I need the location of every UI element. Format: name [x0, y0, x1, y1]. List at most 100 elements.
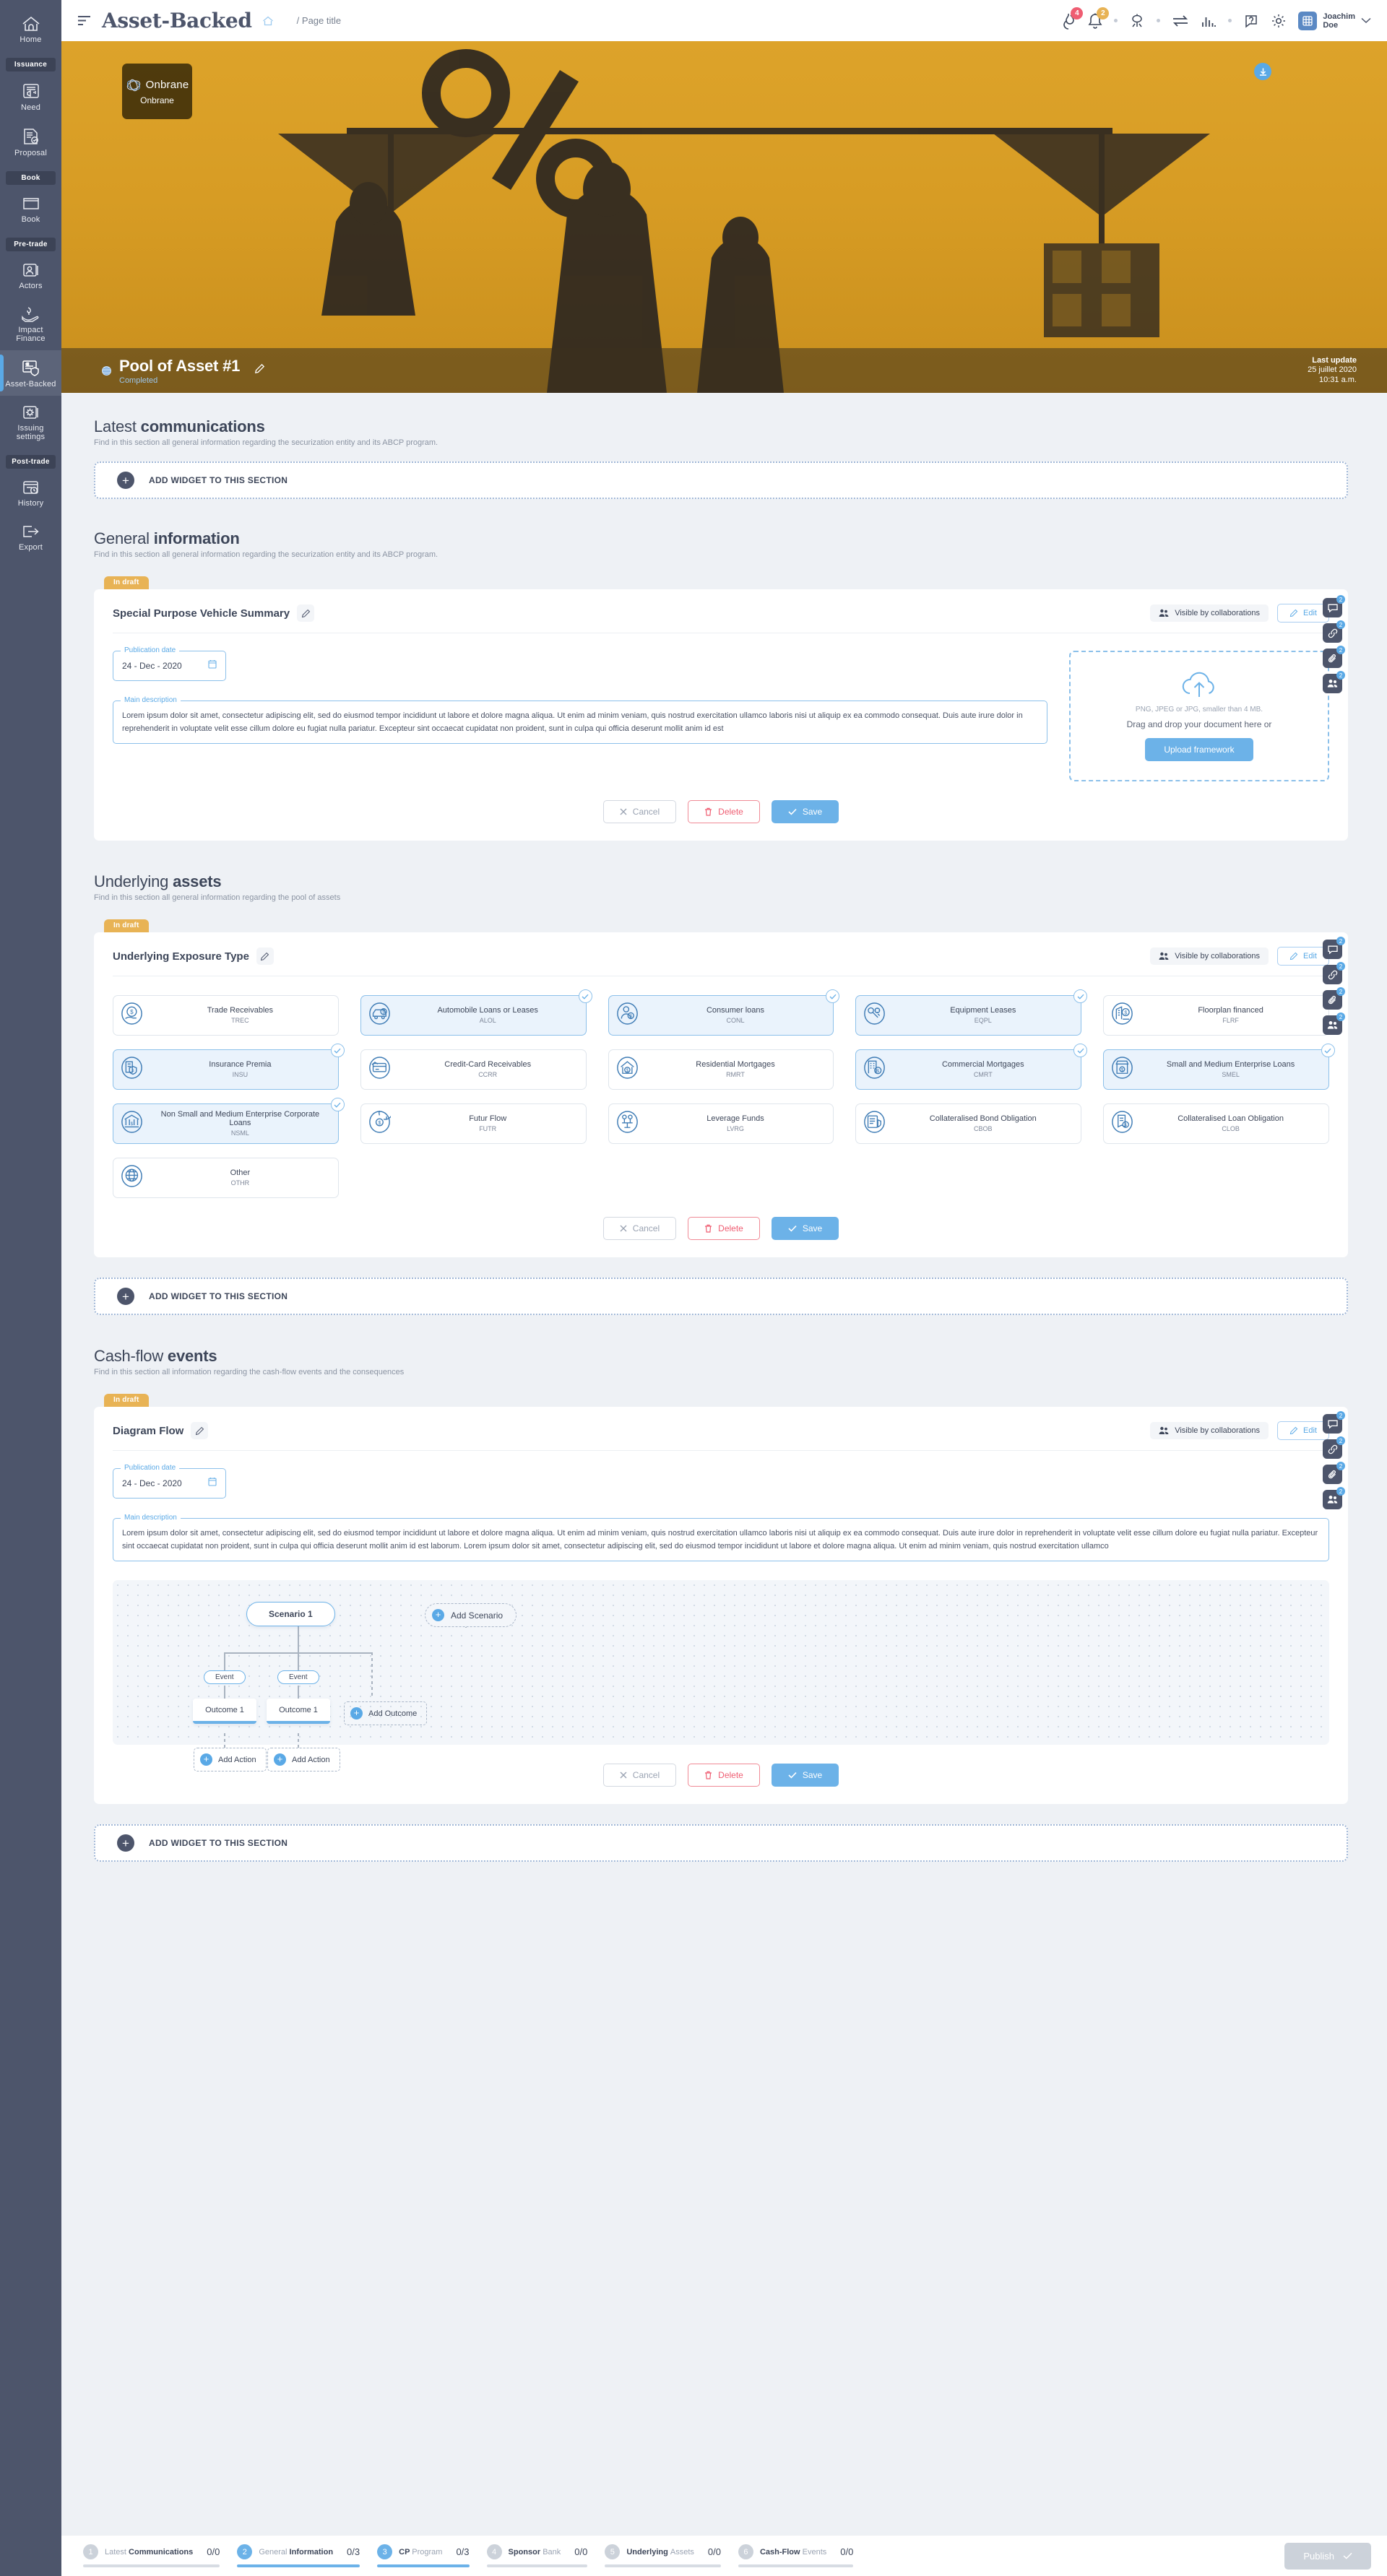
exposure-chip-clob[interactable]: $ Collateralised Loan Obligation CLOB [1103, 1103, 1329, 1144]
exposure-chip-text: Credit-Card Receivables CCRR [397, 1060, 579, 1079]
delete-button[interactable]: Delete [688, 800, 760, 823]
exposure-chip-name: Futur Flow [469, 1114, 507, 1123]
users-fab[interactable]: 2 [1323, 1487, 1345, 1509]
outcome-node-1[interactable]: Outcome 1 [193, 1699, 256, 1724]
progress-step-3[interactable]: 3 CP Program 0/3 [377, 2544, 470, 2567]
exposure-chip-flrf[interactable]: $ Floorplan financed FLRF [1103, 995, 1329, 1036]
link-fab[interactable]: 2 [1323, 1436, 1345, 1459]
comment-fab[interactable]: 2 [1323, 1411, 1345, 1434]
calendar-icon[interactable] [208, 659, 217, 672]
home-small-icon[interactable] [262, 16, 274, 26]
exposure-chip-lvrg[interactable]: Leverage Funds LVRG [608, 1103, 834, 1144]
flow-diagram-canvas[interactable]: Scenario 1 + Add Scenario Event Event Ou… [113, 1580, 1329, 1771]
add-outcome-button[interactable]: + Add Outcome [344, 1701, 428, 1725]
exposure-chip-futr[interactable]: $ Futur Flow FUTR [360, 1103, 587, 1144]
publish-button[interactable]: Publish [1284, 2542, 1371, 2570]
hamburger-icon[interactable] [77, 15, 92, 26]
bell-icon[interactable]: 2 [1088, 6, 1110, 30]
sidebar-item-actors[interactable]: Actors [0, 253, 61, 298]
save-button[interactable]: Save [771, 800, 839, 823]
exposure-chip-text: Commercial Mortgages CMRT [892, 1060, 1073, 1079]
cancel-button[interactable]: Cancel [602, 1217, 677, 1240]
network-icon[interactable] [1129, 13, 1145, 29]
edit-title-button[interactable] [191, 1422, 209, 1439]
sidebar-item-need[interactable]: Need [0, 74, 61, 119]
exposure-chip-cbob[interactable]: Collateralised Bond Obligation CBOB [855, 1103, 1082, 1144]
sidebar-item-book[interactable]: Book [0, 187, 61, 231]
sidebar-item-export[interactable]: Export [0, 515, 61, 559]
event-node-2[interactable]: Event [277, 1670, 319, 1684]
attach-fab[interactable]: 2 [1323, 987, 1345, 1010]
attach-fab[interactable]: 2 [1323, 646, 1345, 668]
sidebar-item-impact-finance[interactable]: Impact Finance [0, 298, 61, 350]
fire-icon[interactable]: 4 [1060, 6, 1084, 30]
exposure-chip-rmrt[interactable]: $ Residential Mortgages RMRT [608, 1049, 834, 1090]
edit-pool-title-button[interactable] [254, 363, 265, 378]
edit-button[interactable]: Edit [1277, 1421, 1329, 1440]
upload-framework-button[interactable]: Upload framework [1145, 738, 1253, 761]
add-widget-cashflow-events[interactable]: + ADD WIDGET TO THIS SECTION [94, 1824, 1348, 1862]
chart-bars-icon[interactable] [1201, 14, 1217, 28]
gear-icon[interactable] [1271, 13, 1287, 29]
scenario-node[interactable]: Scenario 1 [246, 1602, 335, 1626]
upload-dropzone[interactable]: PNG, JPEG or JPG, smaller than 4 MB. Dra… [1069, 651, 1329, 781]
attach-fab[interactable]: 2 [1323, 1462, 1345, 1484]
cancel-button[interactable]: Cancel [602, 800, 677, 823]
exposure-chip-eqpl[interactable]: Equipment Leases EQPL [855, 989, 1088, 1036]
sidebar-item-asset-backed[interactable]: Asset-Backed [0, 350, 61, 396]
link-fab[interactable]: 2 [1323, 620, 1345, 643]
calendar-icon[interactable] [208, 1477, 217, 1490]
main-description-field[interactable]: Main description Lorem ipsum dolor sit a… [113, 1514, 1329, 1561]
edit-title-button[interactable] [297, 604, 315, 622]
exposure-chip-insu[interactable]: $ Insurance Premia INSU [113, 1044, 345, 1090]
sidebar-item-home[interactable]: Home [0, 7, 61, 51]
add-scenario-button[interactable]: + Add Scenario [425, 1603, 517, 1627]
exposure-chip-trec[interactable]: $ Trade Receivables TREC [113, 995, 339, 1036]
outcome-node-2[interactable]: Outcome 1 [267, 1699, 330, 1724]
sidebar-item-proposal[interactable]: Proposal [0, 119, 61, 165]
add-widget-latest-communications[interactable]: + ADD WIDGET TO THIS SECTION [94, 461, 1348, 499]
progress-step-1[interactable]: 1 Latest Communications 0/0 [83, 2544, 220, 2567]
exposure-chip-cmrt[interactable]: $ Commercial Mortgages CMRT [855, 1044, 1088, 1090]
add-widget-underlying-assets[interactable]: + ADD WIDGET TO THIS SECTION [94, 1278, 1348, 1315]
event-node-1[interactable]: Event [204, 1670, 246, 1684]
main-description-value: Lorem ipsum dolor sit amet, consectetur … [122, 1529, 1318, 1551]
user-menu[interactable]: Joachim Doe [1298, 11, 1371, 30]
link-fab[interactable]: 2 [1323, 962, 1345, 984]
progress-step-2[interactable]: 2 General Information 0/3 [237, 2544, 360, 2567]
chevron-down-icon[interactable] [1361, 17, 1371, 24]
edit-button[interactable]: Edit [1277, 947, 1329, 966]
add-action-button-2[interactable]: + Add Action [267, 1748, 340, 1771]
save-button[interactable]: Save [771, 1217, 839, 1240]
publication-date-field[interactable]: Publication date 24 - Dec - 2020 [113, 646, 226, 681]
exposure-chip-alol[interactable]: $ Automobile Loans or Leases ALOL [360, 989, 592, 1036]
delete-button[interactable]: Delete [688, 1217, 760, 1240]
sidebar-item-issuing-settings[interactable]: Issuing settings [0, 396, 61, 448]
progress-step-5[interactable]: 5 Underlying Assets 0/0 [605, 2544, 721, 2567]
add-action-button-1[interactable]: + Add Action [194, 1748, 267, 1771]
sidebar-item-history[interactable]: History [0, 471, 61, 515]
progress-step-4[interactable]: 4 Sponsor Bank 0/0 [486, 2544, 588, 2567]
draft-badge: In draft [104, 1394, 149, 1407]
publication-date-field[interactable]: Publication date 24 - Dec - 2020 [113, 1464, 226, 1499]
exposure-chip-conl[interactable]: $ Consumer loans CONL [608, 989, 840, 1036]
users-fab[interactable]: 2 [1323, 1012, 1345, 1035]
save-button[interactable]: Save [771, 1764, 839, 1787]
progress-step-6[interactable]: 6 Cash-Flow Events 0/0 [738, 2544, 854, 2567]
comment-fab[interactable]: 2 [1323, 595, 1345, 617]
edit-button[interactable]: Edit [1277, 604, 1329, 623]
exposure-chip-othr[interactable]: Other OTHR [113, 1158, 339, 1198]
comment-fab[interactable]: 2 [1323, 937, 1345, 959]
help-icon[interactable] [1243, 13, 1259, 29]
delete-button[interactable]: Delete [688, 1764, 760, 1787]
edit-title-button[interactable] [256, 947, 274, 965]
users-fab[interactable]: 2 [1323, 671, 1345, 693]
exposure-chip-ccrr[interactable]: Credit-Card Receivables CCRR [360, 1049, 587, 1090]
breadcrumb[interactable]: / Page title [297, 15, 341, 26]
download-button[interactable] [1254, 63, 1271, 80]
exposure-chip-nsml[interactable]: $ Non Small and Medium Enterprise Corpora… [113, 1098, 345, 1144]
transfer-icon[interactable] [1172, 14, 1189, 27]
main-description-field[interactable]: Main description Lorem ipsum dolor sit a… [113, 696, 1047, 744]
exposure-chip-smel[interactable]: $ Small and Medium Enterprise Loans SMEL [1103, 1044, 1335, 1090]
cancel-button[interactable]: Cancel [602, 1764, 677, 1787]
